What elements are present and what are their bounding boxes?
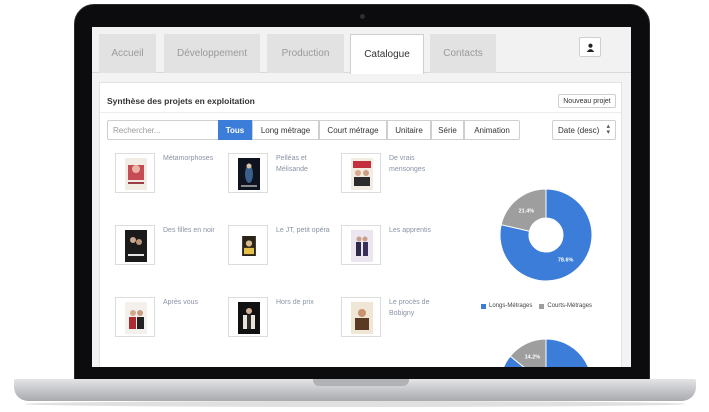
project-card[interactable]: Des filles en noir xyxy=(115,225,225,270)
poster-thumbnail xyxy=(115,297,155,337)
poster-thumbnail xyxy=(115,225,155,265)
donut-label-0-0: 78.6% xyxy=(558,258,574,264)
chart-legend: Longs-Métrages Courts-Métrages xyxy=(481,303,592,309)
poster-image xyxy=(351,230,373,262)
project-card[interactable]: Hors de prix xyxy=(228,297,338,342)
project-title: Des filles en noir xyxy=(163,227,215,234)
poster-image xyxy=(351,158,373,190)
donut-label-0-1: 21.4% xyxy=(519,208,535,214)
project-title: Le JT, petit opéra xyxy=(276,227,330,234)
tab-accueil[interactable]: Accueil xyxy=(99,34,156,73)
poster-image xyxy=(238,158,260,190)
poster-thumbnail xyxy=(115,153,155,193)
project-card[interactable]: Le procès de Bobigny xyxy=(341,297,451,342)
poster-image xyxy=(125,158,147,190)
legend-swatch xyxy=(481,303,486,309)
legend-label: Longs-Métrages xyxy=(489,303,533,309)
donut-label-1-1: 14.2% xyxy=(525,355,541,361)
poster-image xyxy=(242,236,256,256)
filter-tous[interactable]: Tous xyxy=(218,120,252,140)
poster-image xyxy=(238,302,260,334)
laptop-scene: Accueil Développement Production Catalog… xyxy=(0,0,709,412)
donut-charts: 78.6% 21.4% 14.2% xyxy=(499,188,593,367)
project-title: Les apprentis xyxy=(389,227,432,234)
camera-icon xyxy=(360,14,365,19)
top-nav: Accueil Développement Production Catalog… xyxy=(92,27,631,74)
user-button[interactable] xyxy=(579,37,601,57)
app-screen: Accueil Développement Production Catalog… xyxy=(92,27,631,367)
project-card[interactable]: De vrais mensonges xyxy=(341,153,451,198)
legend-swatch xyxy=(539,303,545,309)
tab-contacts[interactable]: Contacts xyxy=(430,34,496,73)
project-card[interactable]: Après vous xyxy=(115,297,225,342)
legend-label: Courts-Métrages xyxy=(547,303,593,309)
project-card[interactable]: Les apprentis xyxy=(341,225,451,270)
tab-developpement[interactable]: Développement xyxy=(164,34,260,73)
project-title: De vrais mensonges xyxy=(389,155,426,173)
project-title: Après vous xyxy=(163,299,199,306)
tab-catalogue[interactable]: Catalogue xyxy=(350,34,424,74)
filter-long-metrage[interactable]: Long métrage xyxy=(252,120,319,140)
panel-title: Synthèse des projets en exploitation xyxy=(107,96,255,106)
project-title: Pelléas et Mélisande xyxy=(276,155,308,173)
filter-court-metrage[interactable]: Court métrage xyxy=(319,120,387,140)
project-card[interactable]: Pelléas et Mélisande xyxy=(228,153,338,198)
project-title: Hors de prix xyxy=(276,299,314,306)
user-icon xyxy=(586,43,594,52)
project-title: Le procès de Bobigny xyxy=(389,299,430,317)
projects-panel: Synthèse des projets en exploitation Nou… xyxy=(99,82,622,367)
poster-thumbnail xyxy=(341,153,381,193)
search-input[interactable] xyxy=(107,120,218,140)
poster-image xyxy=(125,230,147,262)
laptop-shadow xyxy=(24,401,686,407)
filter-serie[interactable]: Série xyxy=(431,120,464,140)
laptop-notch xyxy=(313,379,409,386)
poster-thumbnail xyxy=(228,153,268,193)
poster-thumbnail xyxy=(228,297,268,337)
poster-thumbnail xyxy=(228,225,268,265)
tab-production[interactable]: Production xyxy=(267,34,344,73)
project-title: Métamorphoses xyxy=(163,155,214,162)
poster-image xyxy=(351,302,373,334)
project-card[interactable]: Le JT, petit opéra xyxy=(228,225,338,270)
filter-unitaire[interactable]: Unitaire xyxy=(387,120,431,140)
poster-thumbnail xyxy=(341,225,381,265)
project-card[interactable]: Métamorphoses xyxy=(115,153,225,198)
poster-image xyxy=(125,302,147,334)
poster-thumbnail xyxy=(341,297,381,337)
